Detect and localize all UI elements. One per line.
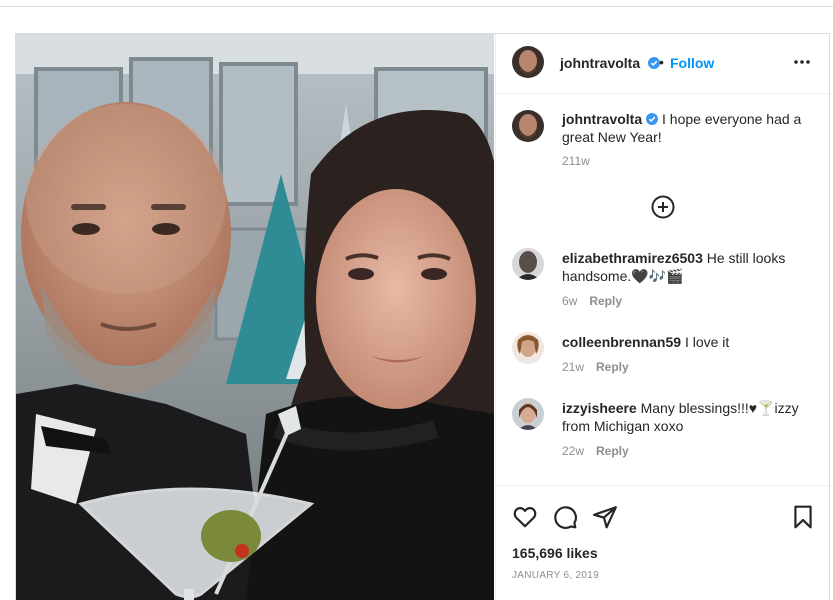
selfie-image xyxy=(16,34,494,600)
post-side-panel: johntravolta • Follow johntravolta I hop… xyxy=(495,34,829,600)
reply-button[interactable]: Reply xyxy=(596,360,629,374)
comment-text-block: elizabethramirez6503 He still looks hand… xyxy=(562,249,812,285)
author-avatar[interactable] xyxy=(512,46,544,78)
comment-meta: 21w Reply xyxy=(562,360,629,374)
verified-badge-icon xyxy=(646,113,659,125)
comment-item: colleenbrennan59 I love it 21w Reply xyxy=(512,332,812,376)
comment-text-block: colleenbrennan59 I love it xyxy=(562,333,812,351)
commenter-avatar[interactable] xyxy=(512,248,544,280)
bookmark-icon[interactable] xyxy=(790,504,816,530)
post-photo[interactable] xyxy=(16,34,494,600)
instagram-post: johntravolta • Follow johntravolta I hop… xyxy=(15,33,830,600)
plus-circle-icon[interactable] xyxy=(650,194,676,220)
author-username-row[interactable]: johntravolta xyxy=(560,55,661,71)
caption-avatar[interactable] xyxy=(512,110,544,142)
post-caption: johntravolta I hope everyone had a great… xyxy=(512,110,812,170)
profile-photo-icon xyxy=(512,332,544,364)
comment-time[interactable]: 22w xyxy=(562,444,584,458)
comment-meta: 6w Reply xyxy=(562,294,622,308)
comment-icon[interactable] xyxy=(552,504,578,530)
comment-item: elizabethramirez6503 He still looks hand… xyxy=(512,248,812,312)
follow-button[interactable]: Follow xyxy=(670,55,714,71)
comment-item: izzyisheere Many blessings!!!♥🍸izzy from… xyxy=(512,398,812,462)
heart-icon[interactable] xyxy=(512,504,538,530)
post-actions-bar xyxy=(496,485,829,536)
comment-time[interactable]: 6w xyxy=(562,294,577,308)
likes-count[interactable]: 165,696 likes xyxy=(512,545,598,561)
caption-time[interactable]: 211w xyxy=(562,154,590,168)
header-separator: • xyxy=(659,54,664,70)
share-icon[interactable] xyxy=(592,504,618,530)
comment-time[interactable]: 21w xyxy=(562,360,584,374)
author-username[interactable]: johntravolta xyxy=(560,55,640,71)
comment-username[interactable]: elizabethramirez6503 xyxy=(562,250,703,266)
commenter-avatar[interactable] xyxy=(512,332,544,364)
comment-text-block: izzyisheere Many blessings!!!♥🍸izzy from… xyxy=(562,399,812,435)
reply-button[interactable]: Reply xyxy=(589,294,622,308)
comment-username[interactable]: izzyisheere xyxy=(562,400,637,416)
comment-text: I love it xyxy=(684,334,730,350)
caption-meta: 211w xyxy=(562,154,590,168)
caption-text-block: johntravolta I hope everyone had a great… xyxy=(562,110,812,146)
profile-photo-icon xyxy=(512,248,544,280)
post-date[interactable]: JANUARY 6, 2019 xyxy=(512,570,599,581)
profile-photo-icon xyxy=(512,398,544,430)
more-options-icon[interactable] xyxy=(792,52,812,72)
commenter-avatar[interactable] xyxy=(512,398,544,430)
post-header: johntravolta • Follow xyxy=(496,34,829,94)
comment-username[interactable]: colleenbrennan59 xyxy=(562,334,681,350)
comment-meta: 22w Reply xyxy=(562,444,629,458)
reply-button[interactable]: Reply xyxy=(596,444,629,458)
caption-username[interactable]: johntravolta xyxy=(562,111,642,127)
browser-top-edge xyxy=(0,0,833,7)
profile-photo-icon xyxy=(512,110,544,142)
profile-photo-icon xyxy=(512,46,544,78)
